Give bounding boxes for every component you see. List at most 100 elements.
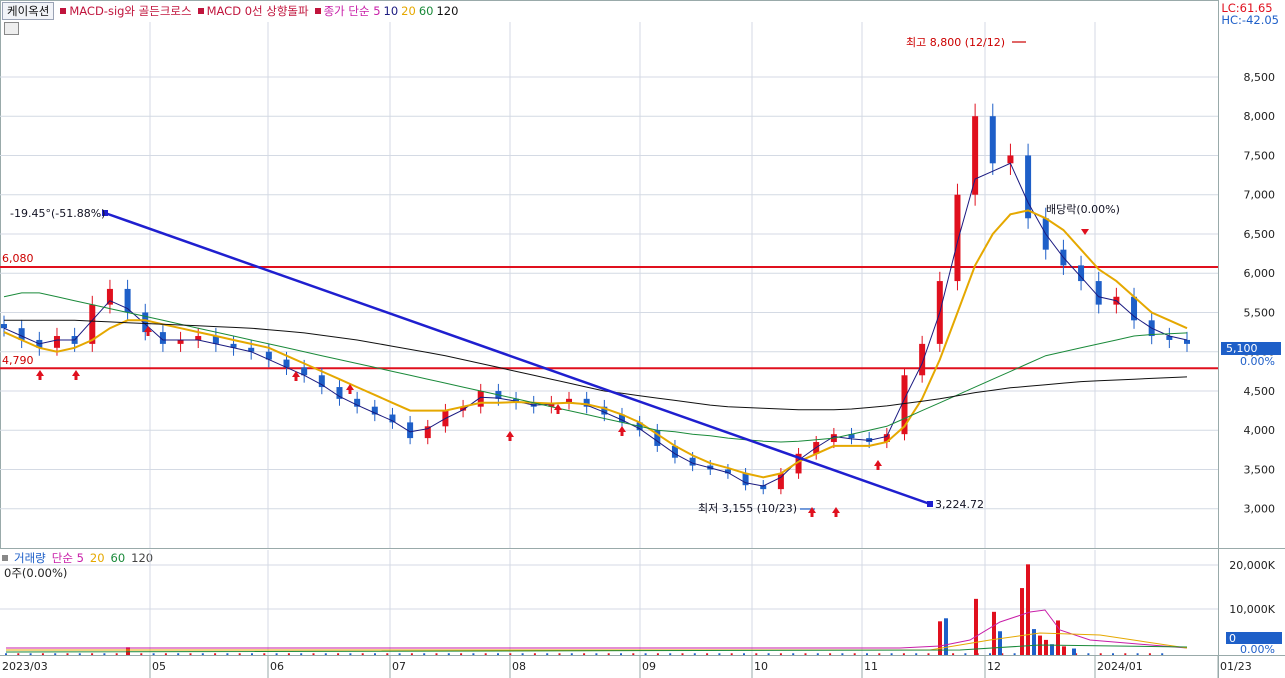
- trend-end-handle: [927, 501, 933, 507]
- candle-body: [53, 336, 60, 348]
- candle-body: [371, 406, 378, 415]
- volume-bar: [1056, 620, 1060, 655]
- candle-body: [530, 402, 537, 407]
- lc-hc-readout: LC:61.65 HC:-42.05: [1221, 2, 1279, 26]
- indicator-macd-sig[interactable]: MACD-sig와 골든크로스: [60, 3, 192, 19]
- indicator-label: MACD-sig와 골든크로스: [69, 4, 192, 18]
- candle-body: [936, 281, 943, 344]
- candle-body: [195, 336, 202, 340]
- x-tick-label: 2023/03: [2, 660, 48, 673]
- current-price-badge: [1221, 342, 1281, 355]
- candle-body: [548, 402, 555, 407]
- candle-body: [1060, 249, 1067, 266]
- candle-body: [742, 473, 749, 486]
- volume-ma-20: 20: [89, 551, 105, 565]
- volume-title: 거래량: [14, 551, 46, 565]
- indicator-macd-zero[interactable]: MACD 0선 상향돌파: [197, 3, 309, 19]
- candle-body: [566, 398, 573, 403]
- candle-body: [707, 465, 714, 470]
- indicator-ma[interactable]: 종가 단순 5 10 20 60 120: [314, 3, 458, 19]
- candle-body: [407, 422, 414, 439]
- hc-value: HC:-42.05: [1221, 13, 1279, 27]
- candle-body: [124, 288, 131, 313]
- signal-up-arrow-icon: [554, 404, 562, 414]
- candle-body: [830, 434, 837, 443]
- volume-current-label: 0: [1229, 632, 1236, 645]
- signal-up-arrow-icon: [506, 431, 514, 441]
- candle-body: [724, 469, 731, 474]
- candle-body: [301, 367, 308, 376]
- x-tick-label: 07: [392, 660, 406, 673]
- volume-ma-line: [6, 609, 1188, 649]
- ma-period-60: 60: [418, 4, 434, 18]
- hline-top-label: 6,080: [2, 252, 34, 265]
- ma-period-20: 20: [401, 4, 416, 18]
- legend-square-icon: [197, 8, 204, 14]
- ma-period-10: 10: [383, 4, 399, 18]
- volume-bar: [1044, 639, 1048, 655]
- candle-body: [1184, 339, 1190, 344]
- volume-ma-label: 단순 5: [51, 551, 84, 565]
- volume-legend: 거래량 단순 5 20 60 120: [2, 550, 153, 566]
- volume-tick-label: 20,000K: [1229, 559, 1275, 572]
- candle-body: [424, 426, 431, 439]
- candle-body: [389, 414, 396, 423]
- volume-bar: [1050, 644, 1054, 655]
- volume-bar: [1038, 635, 1042, 655]
- price-tick-label: 5,500: [1244, 306, 1276, 319]
- trend-start-label: -19.45°(-51.88%): [10, 207, 105, 220]
- trend-start-handle: [102, 210, 108, 216]
- candle-body: [142, 312, 149, 333]
- price-tick-label: 5,000: [1244, 346, 1276, 359]
- price-tick-label: 7,500: [1244, 149, 1276, 162]
- signal-up-arrow-icon: [808, 507, 816, 517]
- price-tick-label: 8,500: [1244, 71, 1276, 84]
- volume-bar: [998, 631, 1002, 655]
- candle-body: [618, 414, 625, 423]
- candle-body: [1025, 155, 1032, 219]
- candle-body: [495, 390, 502, 399]
- price-tick-label: 3,000: [1244, 503, 1276, 516]
- candle-body: [972, 116, 979, 195]
- signal-up-arrow-icon: [346, 384, 354, 394]
- volume-ma-120: 120: [131, 551, 154, 565]
- candle-body: [318, 375, 325, 388]
- candle-body: [813, 442, 820, 454]
- candle-body: [654, 430, 661, 446]
- price-tick-label: 4,000: [1244, 424, 1276, 437]
- indicator-toolbar: 케이옥션 MACD-sig와 골든크로스 MACD 0선 상향돌파 종가 단순 …: [0, 0, 1218, 22]
- volume-bar: [974, 598, 978, 655]
- candle-body: [477, 390, 484, 407]
- stock-name-tab[interactable]: 케이옥션: [2, 2, 55, 20]
- candle-body: [442, 410, 449, 427]
- candle-body: [848, 434, 855, 439]
- price-tick-label: 4,500: [1244, 385, 1276, 398]
- candle-body: [636, 422, 643, 431]
- ma-line-60: [3, 292, 1188, 443]
- signal-down-arrow-icon: [1081, 229, 1089, 235]
- candle-body: [671, 445, 678, 458]
- candle-body: [177, 339, 184, 344]
- signal-up-arrow-icon: [874, 460, 882, 470]
- volume-bar: [1072, 648, 1076, 655]
- x-tick-label: 06: [270, 660, 284, 673]
- candle-body: [583, 398, 590, 407]
- indicator-label: MACD 0선 상향돌파: [206, 4, 309, 18]
- candle-body: [89, 304, 96, 344]
- x-tick-label: 05: [152, 660, 166, 673]
- high-label: 최고 8,800 (12/12): [906, 36, 1005, 49]
- volume-sub-label: 0주(0.00%): [4, 566, 68, 580]
- candle-body: [460, 406, 467, 411]
- x-tick-label: 2024/01: [1097, 660, 1143, 673]
- stock-chart[interactable]: 케이옥션 MACD-sig와 골든크로스 MACD 0선 상향돌파 종가 단순 …: [0, 0, 1285, 678]
- candle-body: [1007, 155, 1014, 164]
- volume-tick-label: 10,000K: [1229, 603, 1275, 616]
- x-tick-label: 01/23: [1220, 660, 1252, 673]
- signal-up-arrow-icon: [144, 326, 152, 336]
- candle-body: [954, 194, 961, 282]
- x-tick-label: 09: [642, 660, 656, 673]
- grid-toggle-icon[interactable]: [4, 22, 19, 35]
- trend-end-label: 3,224.72: [935, 498, 984, 511]
- candle-body: [513, 398, 520, 403]
- signal-up-arrow-icon: [36, 370, 44, 380]
